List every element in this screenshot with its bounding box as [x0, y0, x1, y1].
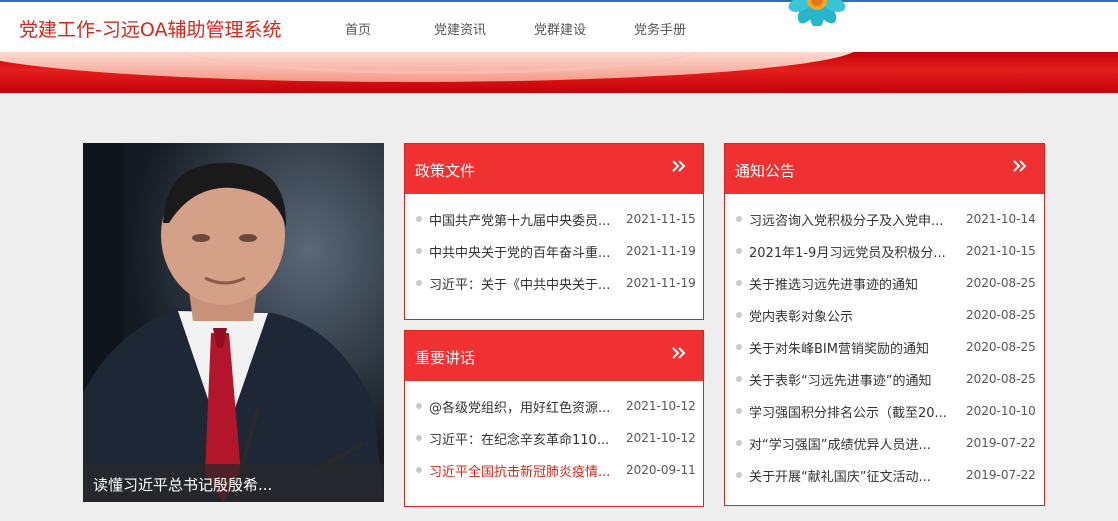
panel-title[interactable]: 通知公告	[735, 160, 795, 181]
list-item-date: 2021-11-19	[626, 244, 696, 258]
list-item[interactable]: 习近平：关于《中共中央关于... 2021-11-19	[405, 273, 703, 295]
panel-header: 重要讲话	[405, 331, 703, 381]
bullet-dot	[416, 248, 422, 254]
list-item-title[interactable]: 关于推选习远先进事迹的通知	[749, 274, 959, 293]
list-item-date: 2019-07-22	[966, 468, 1036, 482]
announcements-panel: 通知公告 习远咨询入党积极分子及入党申... 2021-10-14 2021年1…	[724, 143, 1045, 506]
list-item-title[interactable]: 党内表彰对象公示	[749, 306, 959, 325]
list-item-date: 2021-11-15	[626, 212, 696, 226]
nav-item-party-building[interactable]: 党群建设	[534, 19, 586, 38]
list-item-title[interactable]: 习近平：在纪念辛亥革命110...	[429, 429, 625, 448]
list-item[interactable]: 习近平：在纪念辛亥革命110... 2021-10-12	[405, 428, 703, 450]
panel-title[interactable]: 重要讲话	[415, 347, 475, 368]
list-item-title[interactable]: 学习强国积分排名公示（截至20...	[749, 402, 959, 421]
list-item-title[interactable]: 中共中央关于党的百年奋斗重...	[429, 242, 625, 261]
double-chevron-right-icon[interactable]	[671, 345, 687, 361]
double-chevron-right-icon[interactable]	[671, 158, 687, 174]
bullet-dot	[736, 216, 742, 222]
list-item[interactable]: 关于开展“献礼国庆”征文活动... 2019-07-22	[725, 465, 1044, 487]
flower-decoration-icon	[788, 0, 846, 26]
bullet-dot	[736, 280, 742, 286]
photo-caption-bar: 读懂习近平总书记殷殷希...	[83, 464, 384, 502]
list-item[interactable]: @各级党组织，用好红色资源... 2021-10-12	[405, 396, 703, 418]
list-item[interactable]: 习远咨询入党积极分子及入党申... 2021-10-14	[725, 209, 1044, 231]
panel-title[interactable]: 政策文件	[415, 160, 475, 181]
list-item-date: 2021-10-15	[966, 244, 1036, 258]
app-title[interactable]: 党建工作-习远OA辅助管理系统	[19, 15, 281, 42]
bullet-dot	[736, 440, 742, 446]
policy-documents-panel: 政策文件 中国共产党第十九届中央委员... 2021-11-15 中共中央关于党…	[404, 143, 704, 320]
bullet-dot	[416, 216, 422, 222]
double-chevron-right-icon[interactable]	[1012, 158, 1028, 174]
panel-header: 通知公告	[725, 144, 1044, 194]
bullet-dot	[416, 435, 422, 441]
list-item-date: 2019-07-22	[966, 436, 1036, 450]
bullet-dot	[736, 408, 742, 414]
nav-item-party-handbook[interactable]: 党务手册	[634, 19, 686, 38]
list-item-date: 2020-08-25	[966, 340, 1036, 354]
bullet-dot	[736, 472, 742, 478]
list-item[interactable]: 2021年1-9月习远党员及积极分... 2021-10-15	[725, 241, 1044, 263]
nav-item-party-news[interactable]: 党建资讯	[434, 19, 486, 38]
panel-header: 政策文件	[405, 144, 703, 194]
list-item-title[interactable]: 习近平：关于《中共中央关于...	[429, 274, 625, 293]
list-item-title[interactable]: 习近平全国抗击新冠肺炎疫情...	[429, 461, 625, 480]
portrait-photo	[83, 143, 384, 502]
list-item[interactable]: 关于对朱峰BIM营销奖励的通知 2020-08-25	[725, 337, 1044, 359]
list-item[interactable]: 对“学习强国”成绩优异人员进... 2019-07-22	[725, 433, 1044, 455]
list-item-title[interactable]: 关于对朱峰BIM营销奖励的通知	[749, 338, 959, 357]
list-item[interactable]: 中国共产党第十九届中央委员... 2021-11-15	[405, 209, 703, 231]
feature-photo-card[interactable]: 读懂习近平总书记殷殷希...	[83, 143, 384, 502]
list-item-title[interactable]: 习远咨询入党积极分子及入党申...	[749, 210, 959, 229]
list-item-date: 2021-10-14	[966, 212, 1036, 226]
list-item-title[interactable]: 对“学习强国”成绩优异人员进...	[749, 434, 959, 453]
list-item-date: 2021-10-12	[626, 399, 696, 413]
bullet-dot	[736, 376, 742, 382]
header: 党建工作-习远OA辅助管理系统 首页 党建资讯 党群建设 党务手册	[0, 2, 1118, 52]
list-item[interactable]: 党内表彰对象公示 2020-08-25	[725, 305, 1044, 327]
nav-item-home[interactable]: 首页	[345, 19, 371, 38]
list-item[interactable]: 中共中央关于党的百年奋斗重... 2021-11-19	[405, 241, 703, 263]
list-item-title[interactable]: 关于表彰“习远先进事迹”的通知	[749, 370, 961, 389]
list-item-date: 2020-09-11	[626, 463, 696, 477]
list-item-date: 2020-10-10	[966, 404, 1036, 418]
bullet-dot	[416, 280, 422, 286]
list-item[interactable]: 学习强国积分排名公示（截至20... 2020-10-10	[725, 401, 1044, 423]
list-item-date: 2020-08-25	[966, 276, 1036, 290]
list-item-date: 2021-11-19	[626, 276, 696, 290]
bullet-dot	[416, 467, 422, 473]
photo-caption[interactable]: 读懂习近平总书记殷殷希...	[93, 474, 272, 495]
list-item-title[interactable]: @各级党组织，用好红色资源...	[429, 397, 625, 416]
header-banner	[0, 52, 1118, 93]
important-speeches-panel: 重要讲话 @各级党组织，用好红色资源... 2021-10-12 习近平：在纪念…	[404, 330, 704, 507]
list-item-title[interactable]: 中国共产党第十九届中央委员...	[429, 210, 625, 229]
list-item[interactable]: 关于推选习远先进事迹的通知 2020-08-25	[725, 273, 1044, 295]
list-item-date: 2020-08-25	[966, 308, 1036, 322]
bullet-dot	[736, 312, 742, 318]
list-item-title[interactable]: 2021年1-9月习远党员及积极分...	[749, 242, 959, 261]
bullet-dot	[416, 403, 422, 409]
bullet-dot	[736, 344, 742, 350]
list-item-date: 2021-10-12	[626, 431, 696, 445]
bullet-dot	[736, 248, 742, 254]
list-item[interactable]: 关于表彰“习远先进事迹”的通知 2020-08-25	[725, 369, 1044, 391]
list-item-title[interactable]: 关于开展“献礼国庆”征文活动...	[749, 466, 959, 485]
list-item[interactable]: 习近平全国抗击新冠肺炎疫情... 2020-09-11	[405, 460, 703, 482]
list-item-date: 2020-08-25	[966, 372, 1036, 386]
